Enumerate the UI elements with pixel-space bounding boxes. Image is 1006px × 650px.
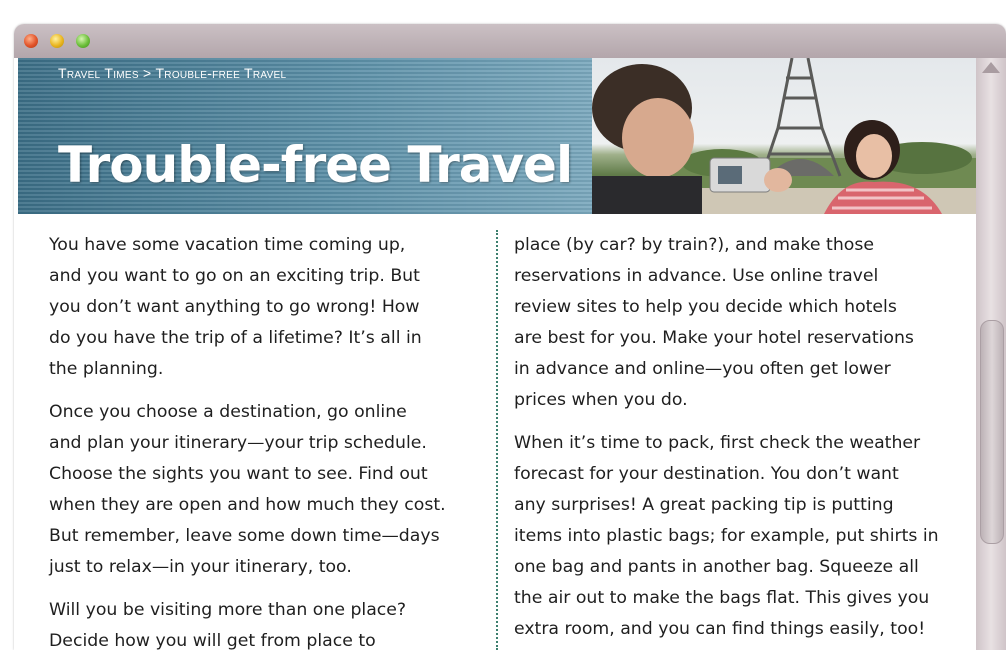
browser-window: Travel Times > Trouble-free Travel Troub… <box>14 24 1006 650</box>
article-right-column: place (by car? by train?), and make thos… <box>514 230 962 650</box>
paragraph: place (by car? by train?), and make thos… <box>514 235 914 410</box>
article-content: You have some vacation time coming up, a… <box>14 214 976 650</box>
paragraph: When it’s time to pack, first check the … <box>514 433 939 639</box>
window-titlebar <box>14 24 1006 58</box>
breadcrumb[interactable]: Travel Times > Trouble-free Travel <box>58 65 286 81</box>
zoom-icon[interactable] <box>76 34 90 48</box>
minimize-icon[interactable] <box>50 34 64 48</box>
header-photo <box>592 58 976 214</box>
vertical-scrollbar[interactable] <box>976 58 1006 650</box>
paragraph: Will you be visiting more than one place… <box>49 600 407 650</box>
header-banner: Travel Times > Trouble-free Travel Troub… <box>18 58 592 214</box>
page-title: Trouble-free Travel <box>58 136 573 194</box>
scroll-up-arrow-icon[interactable] <box>982 62 1000 73</box>
paragraph: Once you choose a destination, go online… <box>49 402 446 577</box>
eiffel-tower-photo <box>592 58 976 214</box>
close-icon[interactable] <box>24 34 38 48</box>
scroll-thumb[interactable] <box>980 320 1004 544</box>
column-divider <box>496 230 498 650</box>
paragraph: You have some vacation time coming up, a… <box>49 235 422 379</box>
article-left-column: You have some vacation time coming up, a… <box>49 230 489 650</box>
